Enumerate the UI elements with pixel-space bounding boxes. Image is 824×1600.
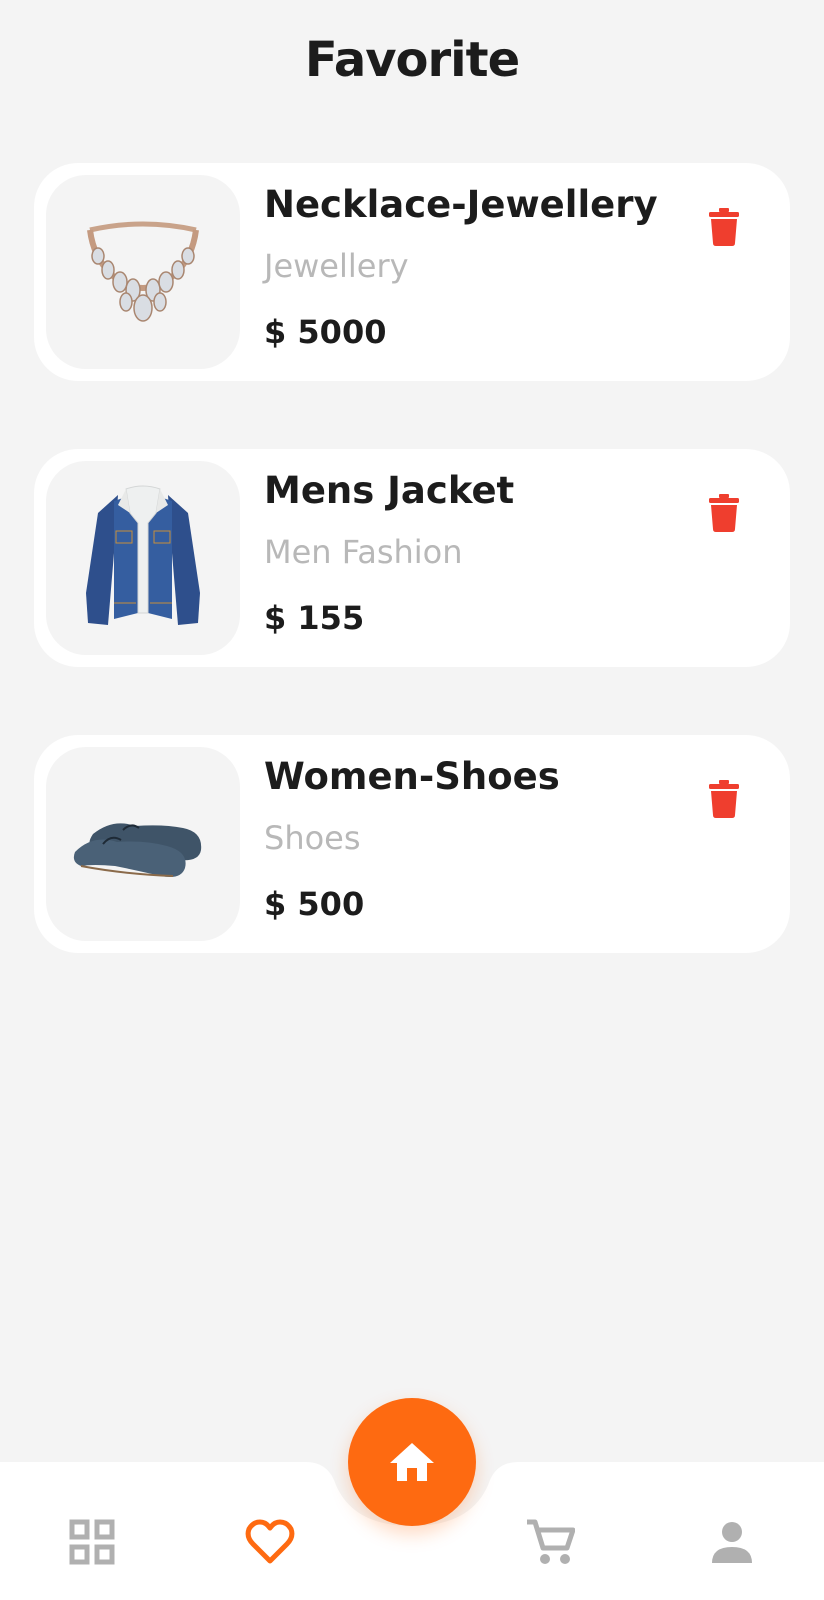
favorite-item-card[interactable]: Women-Shoes Shoes $ 500	[34, 735, 790, 953]
nav-favorites[interactable]	[240, 1512, 300, 1572]
product-price: $ 155	[264, 599, 365, 637]
home-icon	[390, 1443, 434, 1481]
product-name: Women-Shoes	[264, 755, 560, 798]
product-category: Men Fashion	[264, 533, 463, 571]
favorite-item-card[interactable]: Mens Jacket Men Fashion $ 155	[34, 449, 790, 667]
favorites-screen: Favorite Necklace-Jewellery Jewellery $ …	[0, 0, 824, 1600]
trash-icon	[709, 780, 739, 818]
product-thumbnail	[46, 461, 240, 655]
product-price: $ 500	[264, 885, 365, 923]
delete-button[interactable]	[702, 775, 746, 823]
heart-icon	[245, 1519, 295, 1564]
page-title: Favorite	[304, 32, 520, 88]
nav-profile[interactable]	[702, 1512, 762, 1572]
product-category: Shoes	[264, 819, 361, 857]
product-name: Mens Jacket	[264, 469, 515, 512]
necklace-image	[87, 221, 199, 322]
denim-jacket-image	[86, 485, 200, 625]
nav-cart[interactable]	[520, 1512, 580, 1572]
product-name: Necklace-Jewellery	[264, 183, 658, 226]
trash-icon	[709, 208, 739, 246]
delete-button[interactable]	[702, 489, 746, 537]
delete-button[interactable]	[702, 203, 746, 251]
nav-categories[interactable]	[62, 1512, 122, 1572]
trash-icon	[709, 494, 739, 532]
home-button[interactable]	[348, 1398, 476, 1526]
favorite-item-card[interactable]: Necklace-Jewellery Jewellery $ 5000	[34, 163, 790, 381]
product-price: $ 5000	[264, 313, 387, 351]
cart-icon	[527, 1519, 575, 1564]
grid-icon	[69, 1519, 115, 1565]
shoes-image	[73, 823, 202, 877]
product-thumbnail	[46, 747, 240, 941]
product-category: Jewellery	[264, 247, 409, 285]
product-thumbnail	[46, 175, 240, 369]
person-icon	[712, 1522, 752, 1563]
